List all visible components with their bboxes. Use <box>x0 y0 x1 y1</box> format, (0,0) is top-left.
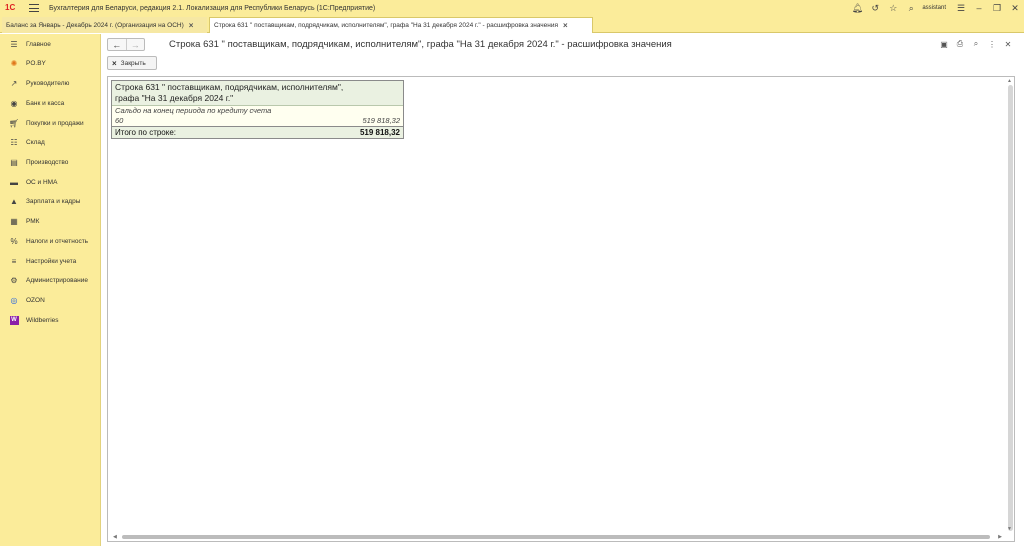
factory-icon: ▤ <box>10 157 18 167</box>
trend-icon: ↗ <box>10 78 18 88</box>
sidebar-item-rmk[interactable]: ▦ РМК <box>0 212 100 230</box>
sidebar-item-ozon[interactable]: ◎ OZON <box>0 291 100 309</box>
report-section: Сальдо на конец периода по кредиту счета… <box>112 106 403 126</box>
tab-bar: Баланс за Январь - Декабрь 2024 г. (Орга… <box>0 16 1024 33</box>
coin-icon: ◉ <box>10 98 18 108</box>
app-logo: 1С <box>5 3 16 12</box>
sidebar-item-manager[interactable]: ↗ Руководителю <box>0 74 100 92</box>
restore-icon[interactable]: ❐ <box>988 0 1006 16</box>
print-icon[interactable]: ⎙ <box>952 38 968 50</box>
sidebar-item-label: Администрирование <box>26 276 88 284</box>
menu-icon: ☰ <box>10 39 18 49</box>
sidebar-item-label: Налоги и отчетность <box>26 237 89 245</box>
preview-icon[interactable]: ⌕ <box>968 38 984 50</box>
sun-icon: ✺ <box>10 58 18 68</box>
more-icon[interactable]: ⋮ <box>984 38 1000 50</box>
bell-icon[interactable]: 🔔︎ <box>848 0 866 16</box>
total-row: Итого по строке: 519 818,32 <box>112 126 403 138</box>
sidebar-item-assets[interactable]: ▬ ОС и НМА <box>0 173 100 191</box>
sidebar-item-label: РМК <box>26 217 40 225</box>
scroll-left-icon[interactable]: ◀ <box>113 534 117 540</box>
main-menu-icon[interactable] <box>29 4 39 12</box>
account-value: 519 818,32 <box>362 116 400 125</box>
sidebar-item-label: Покупки и продажи <box>26 119 84 127</box>
sidebar-item-taxes[interactable]: % Налоги и отчетность <box>0 232 100 250</box>
sidebar-item-label: ОС и НМА <box>26 178 58 186</box>
minimize-icon[interactable]: – <box>970 0 988 16</box>
tax-icon: % <box>10 236 18 246</box>
report-heading: Строка 631 " поставщикам, подрядчикам, и… <box>112 81 403 106</box>
form-toolbar-icons: ▣ ⎙ ⌕ ⋮ ✕ <box>936 38 1016 50</box>
sidebar-item-warehouse[interactable]: ☷ Склад <box>0 133 100 151</box>
settings-icon[interactable]: ☰ <box>952 0 970 16</box>
cart-icon: 🛒︎ <box>8 118 20 128</box>
sidebar-item-label: Wildberries <box>26 316 59 324</box>
person-icon: ▲ <box>10 196 18 206</box>
user-name[interactable]: assistant <box>922 5 946 11</box>
account-row[interactable]: 60 519 818,32 <box>115 116 400 126</box>
decoding-report: Строка 631 " поставщикам, подрядчикам, и… <box>111 80 404 139</box>
truck-icon: ▬ <box>10 177 18 187</box>
gear-icon: ⚙ <box>10 275 18 285</box>
sidebar-item-main[interactable]: ☰ Главное <box>0 35 100 53</box>
sidebar-item-production[interactable]: ▤ Производство <box>0 153 100 171</box>
tab-label: Строка 631 " поставщикам, подрядчикам, и… <box>214 22 559 29</box>
vertical-scrollbar[interactable] <box>1008 85 1013 531</box>
sidebar-item-bank[interactable]: ◉ Банк и касса <box>0 94 100 112</box>
back-button[interactable]: ← <box>108 39 126 50</box>
sidebar-item-label: Настройки учета <box>26 257 77 265</box>
report-heading-line1: Строка 631 " поставщикам, подрядчикам, и… <box>115 82 344 92</box>
sidebar-item-label: PO.BY <box>26 59 46 67</box>
tab-close-icon[interactable]: × <box>563 21 568 30</box>
sidebar-item-label: Банк и касса <box>26 99 65 107</box>
register-icon: ▦ <box>10 216 18 226</box>
list-icon: ≡ <box>11 256 17 266</box>
forward-button[interactable]: → <box>125 39 145 50</box>
warehouse-icon: ☷ <box>10 137 18 147</box>
tab-close-icon[interactable]: × <box>189 21 194 30</box>
sidebar-item-settings[interactable]: ≡ Настройки учета <box>0 252 100 270</box>
tab-label: Баланс за Январь - Декабрь 2024 г. (Орга… <box>6 21 184 29</box>
close-icon[interactable]: ✕ <box>1006 0 1024 16</box>
sidebar-item-label: OZON <box>26 296 45 304</box>
app-title: Бухгалтерия для Беларуси, редакция 2.1. … <box>49 4 376 12</box>
wildberries-icon: W <box>9 315 19 325</box>
scroll-up-icon[interactable]: ▲ <box>1007 78 1012 84</box>
scroll-down-icon[interactable]: ▼ <box>1007 526 1012 532</box>
section-label: Сальдо на конец периода по кредиту счета <box>115 106 272 115</box>
save-icon[interactable]: ▣ <box>936 38 952 50</box>
sidebar-item-admin[interactable]: ⚙ Администрирование <box>0 271 100 289</box>
tab-decoding[interactable]: Строка 631 " поставщикам, подрядчикам, и… <box>209 17 593 33</box>
ozon-icon: ◎ <box>10 295 18 305</box>
sidebar-item-salary[interactable]: ▲ Зарплата и кадры <box>0 192 100 210</box>
star-icon[interactable]: ☆ <box>884 0 902 16</box>
total-label: Итого по строке: <box>115 128 177 137</box>
sidebar-item-purchases[interactable]: 🛒︎ Покупки и продажи <box>0 114 100 132</box>
sidebar-item-label: Склад <box>26 138 45 146</box>
title-bar: 1С Бухгалтерия для Беларуси, редакция 2.… <box>0 0 1024 16</box>
sidebar-item-label: Руководителю <box>26 79 70 87</box>
account-number: 60 <box>115 116 124 125</box>
sidebar-item-label: Зарплата и кадры <box>26 197 81 205</box>
report-heading-line2: графа "На 31 декабря 2024 г." <box>115 93 234 103</box>
close-icon: × <box>112 58 117 68</box>
sidebar: ☰ Главное ✺ PO.BY ↗ Руководителю ◉ Банк … <box>0 34 101 546</box>
navigation-buttons: ← → <box>107 38 145 51</box>
sidebar-item-poby[interactable]: ✺ PO.BY <box>0 54 100 72</box>
horizontal-scrollbar[interactable] <box>122 535 990 539</box>
scroll-right-icon[interactable]: ▶ <box>998 534 1002 540</box>
sidebar-item-wildberries[interactable]: W Wildberries <box>0 311 100 329</box>
spreadsheet-document[interactable]: Строка 631 " поставщикам, подрядчикам, и… <box>107 76 1015 542</box>
close-button[interactable]: × Закрыть <box>107 56 157 70</box>
tab-balance[interactable]: Баланс за Январь - Декабрь 2024 г. (Орга… <box>2 17 207 33</box>
close-form-icon[interactable]: ✕ <box>1000 38 1016 50</box>
main-area: ← → Строка 631 " поставщикам, подрядчика… <box>101 34 1024 546</box>
search-icon[interactable]: ⌕ <box>902 0 920 16</box>
form-title: Строка 631 " поставщикам, подрядчикам, и… <box>169 39 672 50</box>
sidebar-item-label: Производство <box>26 158 69 166</box>
close-button-label: Закрыть <box>120 59 146 67</box>
sidebar-item-label: Главное <box>26 40 51 48</box>
total-value: 519 818,32 <box>359 128 400 137</box>
history-icon[interactable]: ↺ <box>866 0 884 16</box>
